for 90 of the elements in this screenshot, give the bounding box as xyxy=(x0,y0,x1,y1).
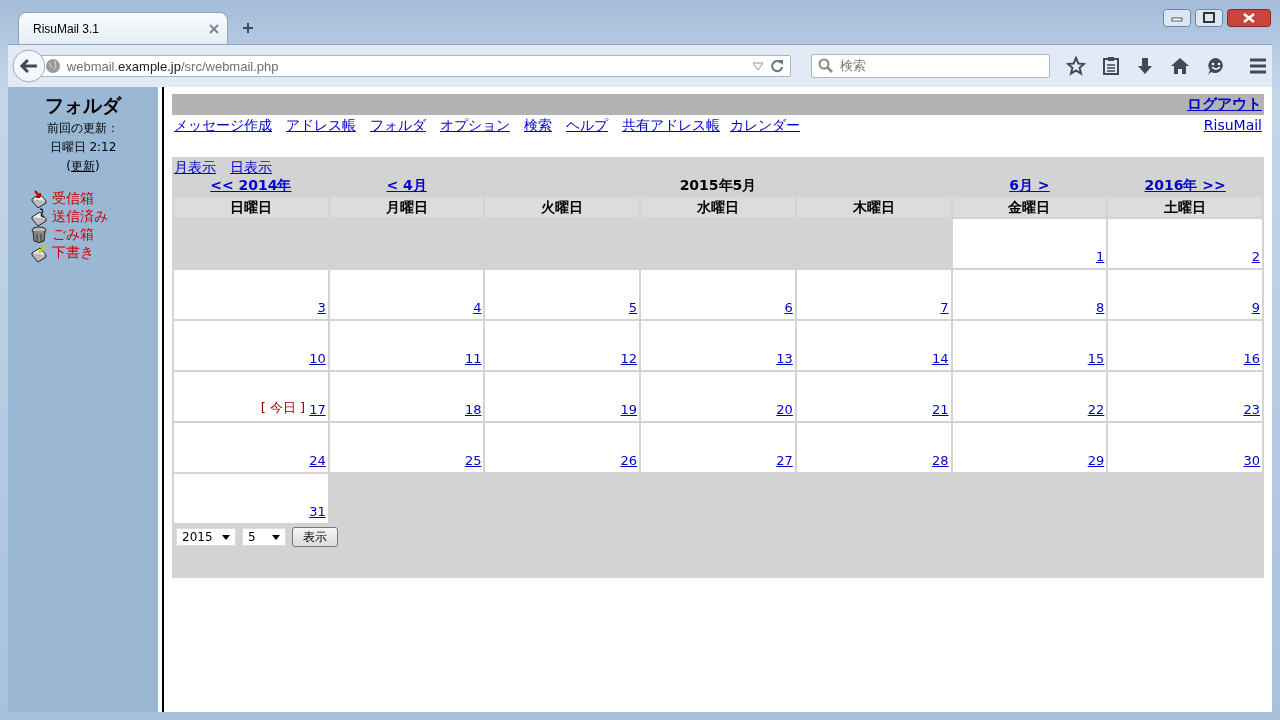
clipboard-icon[interactable] xyxy=(1102,56,1120,76)
day-link[interactable]: 19 xyxy=(620,402,638,417)
refresh-link[interactable]: 更新 xyxy=(71,157,95,176)
search-field[interactable]: 検索 xyxy=(811,54,1050,78)
globe-icon xyxy=(44,58,61,74)
weekday-header: 月曜日 xyxy=(329,197,484,217)
day-link[interactable]: 10 xyxy=(309,351,326,366)
day-link[interactable]: 3 xyxy=(317,300,326,315)
mail-tray-icon xyxy=(30,243,48,263)
weekday-header: 金曜日 xyxy=(952,197,1107,217)
next-month-link[interactable]: 6月 > xyxy=(1009,177,1050,193)
day-link[interactable]: 5 xyxy=(628,300,638,315)
day-link[interactable]: 31 xyxy=(309,504,326,519)
weekday-header: 木曜日 xyxy=(796,197,951,217)
day-link[interactable]: 15 xyxy=(1087,351,1105,366)
back-icon[interactable] xyxy=(12,49,46,83)
home-icon[interactable] xyxy=(1170,56,1190,76)
day-link[interactable]: 22 xyxy=(1087,402,1105,417)
maximize-icon[interactable] xyxy=(1195,9,1223,27)
menu-link[interactable]: フォルダ xyxy=(370,117,426,135)
day-link[interactable]: 25 xyxy=(464,453,482,468)
day-link[interactable]: 27 xyxy=(776,453,793,468)
year-select[interactable]: 2015 xyxy=(176,528,236,546)
reload-icon[interactable] xyxy=(770,59,785,73)
day-link[interactable]: 28 xyxy=(932,453,949,468)
today-label: [ 今日 ] xyxy=(260,399,306,417)
mail-tray-icon xyxy=(30,189,48,209)
menu-link[interactable]: アドレス帳 xyxy=(286,117,356,135)
weekday-header: 火曜日 xyxy=(485,197,640,217)
last-update-time: 日曜日 2:12 xyxy=(49,139,117,156)
month-select[interactable]: 5 xyxy=(242,528,286,546)
download-icon[interactable] xyxy=(1136,56,1154,76)
view-link[interactable]: 日表示 xyxy=(230,159,272,177)
trash-can-icon xyxy=(30,225,48,245)
weekday-header: 土曜日 xyxy=(1108,197,1262,217)
search-icon xyxy=(818,58,835,74)
day-link[interactable]: 23 xyxy=(1243,402,1260,417)
day-link[interactable]: 8 xyxy=(1096,300,1105,315)
day-link[interactable]: 26 xyxy=(620,453,638,468)
menu-icon[interactable] xyxy=(1248,56,1268,76)
logout-link[interactable]: ログアウト xyxy=(1187,95,1262,114)
menu-link[interactable]: ヘルプ xyxy=(566,117,608,135)
weekday-header: 水曜日 xyxy=(641,197,795,217)
menu-link[interactable]: カレンダー xyxy=(730,117,800,135)
day-link[interactable]: 1 xyxy=(1096,249,1105,264)
sidebar-title: フォルダ xyxy=(45,93,121,118)
day-link[interactable]: 18 xyxy=(464,402,482,417)
menu-link[interactable]: 検索 xyxy=(524,117,552,135)
day-link[interactable]: 20 xyxy=(776,402,793,417)
parenthesis: ) xyxy=(95,158,100,175)
day-link[interactable]: 9 xyxy=(1251,300,1260,315)
day-link[interactable]: 12 xyxy=(620,351,638,366)
day-link[interactable]: 14 xyxy=(932,351,949,366)
caret-icon xyxy=(272,534,280,540)
menu-link[interactable]: オプション xyxy=(440,117,510,135)
day-link[interactable]: 17 xyxy=(309,402,326,417)
parenthesis: ( xyxy=(66,158,71,175)
day-link[interactable]: 24 xyxy=(309,453,326,468)
menu-link[interactable]: 共有アドレス帳 xyxy=(622,117,720,135)
search-placeholder: 検索 xyxy=(840,57,867,75)
mail-tray-icon xyxy=(30,207,48,227)
brand-link[interactable]: RisuMail xyxy=(1203,117,1262,135)
tab-title: RisuMail 3.1 xyxy=(33,21,101,36)
view-link[interactable]: 月表示 xyxy=(174,159,216,177)
prev-month-link[interactable]: < 4月 xyxy=(386,177,427,193)
last-update-label: 前回の更新： xyxy=(47,120,119,137)
month-title: 2015年5月 xyxy=(679,177,757,193)
smiley-icon[interactable] xyxy=(1206,56,1226,76)
plus-icon[interactable] xyxy=(242,22,254,34)
day-link[interactable]: 6 xyxy=(784,300,793,315)
browser-tab[interactable]: RisuMail 3.1 xyxy=(18,12,228,44)
day-link[interactable]: 29 xyxy=(1087,453,1105,468)
next-year-link[interactable]: 2016年 >> xyxy=(1144,177,1226,193)
day-link[interactable]: 7 xyxy=(940,300,949,315)
close-icon[interactable] xyxy=(1227,9,1271,27)
day-link[interactable]: 13 xyxy=(776,351,793,366)
day-link[interactable]: 4 xyxy=(473,300,482,315)
menu-link[interactable]: メッセージ作成 xyxy=(174,117,272,135)
day-link[interactable]: 16 xyxy=(1243,351,1260,366)
day-link[interactable]: 30 xyxy=(1243,453,1260,468)
show-button[interactable]: 表示 xyxy=(292,527,338,547)
prev-year-link[interactable]: << 2014年 xyxy=(210,177,292,193)
url-text: webmail.example.jp/src/webmail.php xyxy=(66,58,279,74)
weekday-header: 日曜日 xyxy=(174,197,328,217)
star-icon[interactable] xyxy=(1066,56,1086,76)
dropdown-icon[interactable] xyxy=(752,61,765,71)
caret-icon xyxy=(222,534,230,540)
day-link[interactable]: 11 xyxy=(464,351,482,366)
day-link[interactable]: 21 xyxy=(932,402,949,417)
day-link[interactable]: 2 xyxy=(1251,249,1260,264)
